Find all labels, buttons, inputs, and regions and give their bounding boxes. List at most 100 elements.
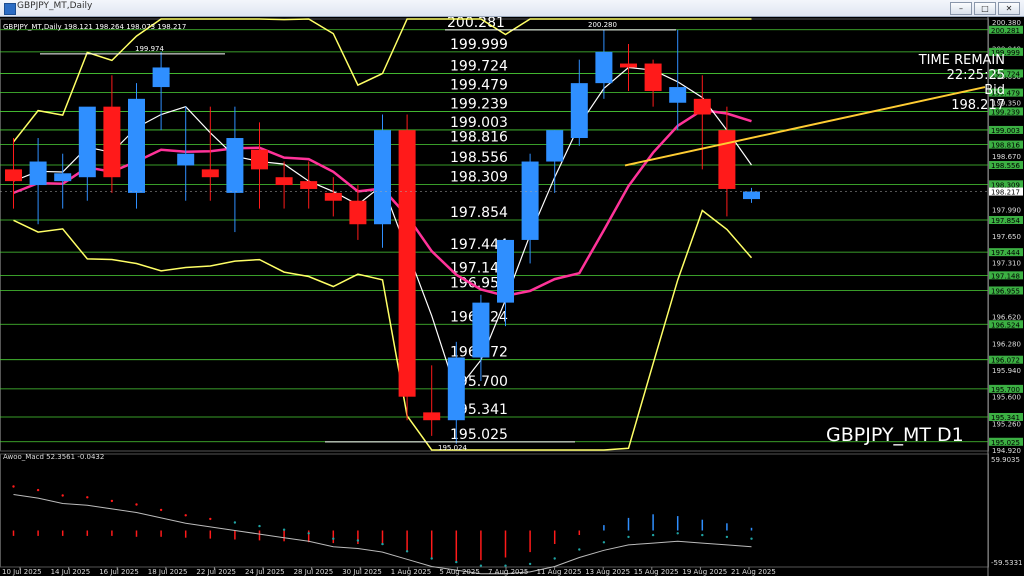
candle-body — [300, 181, 318, 189]
candle-body — [54, 173, 72, 182]
macd-dot — [676, 532, 679, 535]
indicator-axis-top: 59.9035 — [991, 456, 1020, 464]
chart-window-icon — [4, 3, 16, 15]
candle-body — [275, 177, 293, 186]
date-axis-label: 28 Jul 2025 — [294, 568, 334, 576]
candle-body — [743, 191, 760, 200]
candle-body — [693, 98, 711, 115]
macd-dot — [602, 541, 606, 544]
window-title: GBPJPY_MT,Daily — [17, 1, 93, 11]
date-axis-label: 15 Aug 2025 — [634, 568, 679, 576]
macd-dot — [12, 485, 15, 488]
bid-label: Bid — [984, 83, 1005, 98]
close-button[interactable]: ✕ — [998, 2, 1020, 15]
candle-body — [546, 130, 564, 162]
price-tick-label: 198.670 — [992, 153, 1021, 161]
price-level-tag-label: 196.072 — [991, 357, 1020, 365]
candle-body — [201, 169, 219, 178]
macd-dot — [430, 557, 433, 560]
time-remain-label: TIME REMAIN — [918, 53, 1005, 68]
low-marker-label: 195.024 — [438, 444, 467, 452]
indicator-panel-frame — [0, 453, 989, 568]
date-axis-label: 19 Aug 2025 — [682, 568, 727, 576]
macd-dot — [86, 496, 89, 499]
macd-dot — [135, 503, 138, 506]
maximize-button[interactable]: □ — [974, 2, 996, 15]
price-level-tag-label: 195.341 — [991, 414, 1020, 422]
ohlc-values: 198.121 198.264 198.073 198.217 — [63, 23, 187, 31]
macd-dot — [578, 548, 581, 551]
candle-body — [226, 138, 244, 193]
price-level-tag-label: 198.556 — [991, 162, 1020, 170]
minimize-button[interactable]: – — [950, 2, 972, 15]
macd-dot — [307, 532, 310, 535]
price-level-tag-label: 198.816 — [991, 142, 1020, 150]
macd-dot — [356, 539, 360, 542]
candle-body — [595, 51, 613, 84]
candle-body — [103, 106, 121, 178]
candle-body — [669, 87, 687, 103]
macd-dot — [209, 517, 212, 521]
macd-dot — [184, 514, 187, 517]
indicator-label: Awoo_Macd 52.3561 -0.0432 — [3, 453, 105, 461]
candle-body — [472, 302, 490, 358]
price-tick-label: 197.310 — [992, 260, 1021, 268]
macd-dot — [381, 542, 384, 546]
candle-body — [620, 63, 637, 68]
macd-dot — [233, 521, 237, 524]
macd-dot — [504, 564, 507, 567]
current-price-tag-label: 198.217 — [991, 189, 1020, 197]
candle-body — [349, 200, 367, 225]
date-axis-label: 5 Aug 2025 — [439, 568, 479, 576]
price-tick-label: 195.940 — [992, 367, 1021, 375]
macd-dot — [405, 550, 409, 553]
price-tick-label: 197.650 — [992, 233, 1021, 241]
macd-dot — [36, 488, 40, 492]
candle-body — [521, 161, 539, 240]
price-tick-label: 194.920 — [992, 447, 1021, 455]
date-axis-label: 14 Jul 2025 — [51, 568, 91, 576]
candle-body — [324, 192, 342, 201]
price-level-tag-label: 197.444 — [991, 249, 1020, 257]
candle-body — [29, 161, 47, 186]
level-label: 195.025 — [450, 427, 508, 443]
candle-body — [374, 130, 391, 225]
level-label: 198.816 — [450, 130, 508, 146]
macd-dot — [528, 562, 532, 566]
candle-body — [423, 412, 441, 421]
macd-dot — [332, 537, 335, 540]
macd-dot — [61, 494, 64, 497]
candle-body — [447, 357, 465, 421]
window-titlebar: GBPJPY_MT,Daily – □ ✕ — [0, 0, 1024, 17]
level-label: 199.003 — [450, 115, 508, 131]
macd-dot — [258, 524, 261, 528]
macd-dot — [479, 564, 483, 567]
date-axis-label: 24 Jul 2025 — [245, 568, 285, 576]
price-level-tag-label: 199.003 — [991, 127, 1020, 135]
level-label: 199.724 — [450, 58, 508, 74]
macd-dot — [627, 535, 630, 539]
candle-body — [152, 67, 170, 88]
macd-dot — [110, 499, 114, 503]
indicator-axis-bottom: -59.5331 — [991, 559, 1022, 567]
price-chart[interactable]: 200.281 199.999 199.724 199.479 199.239 199.0… — [0, 17, 1024, 576]
chart-area[interactable]: 200.281 199.999 199.724 199.479 199.239 199.0… — [0, 17, 1024, 576]
level-label: 199.239 — [450, 96, 508, 112]
macd-dot — [553, 557, 556, 560]
candle-body — [78, 106, 96, 178]
date-axis-label: 10 Jul 2025 — [2, 568, 42, 576]
date-axis-label: 18 Jul 2025 — [148, 568, 188, 576]
date-axis-label: 13 Aug 2025 — [585, 568, 630, 576]
macd-dot — [725, 535, 729, 539]
macd-dot — [750, 537, 753, 540]
macd-dot — [282, 528, 286, 531]
price-level-tag-label: 195.025 — [991, 439, 1020, 447]
candle-body — [177, 153, 195, 166]
level-label: 199.999 — [450, 37, 508, 53]
candle-body — [251, 149, 268, 170]
price-level-tag-label: 195.700 — [991, 386, 1020, 394]
date-axis-label: 22 Jul 2025 — [196, 568, 236, 576]
macd-dot — [701, 533, 704, 537]
symbol-timeframe-label: GBPJPY_MT D1 — [826, 424, 964, 446]
price-level-tag-label: 197.854 — [991, 217, 1020, 225]
